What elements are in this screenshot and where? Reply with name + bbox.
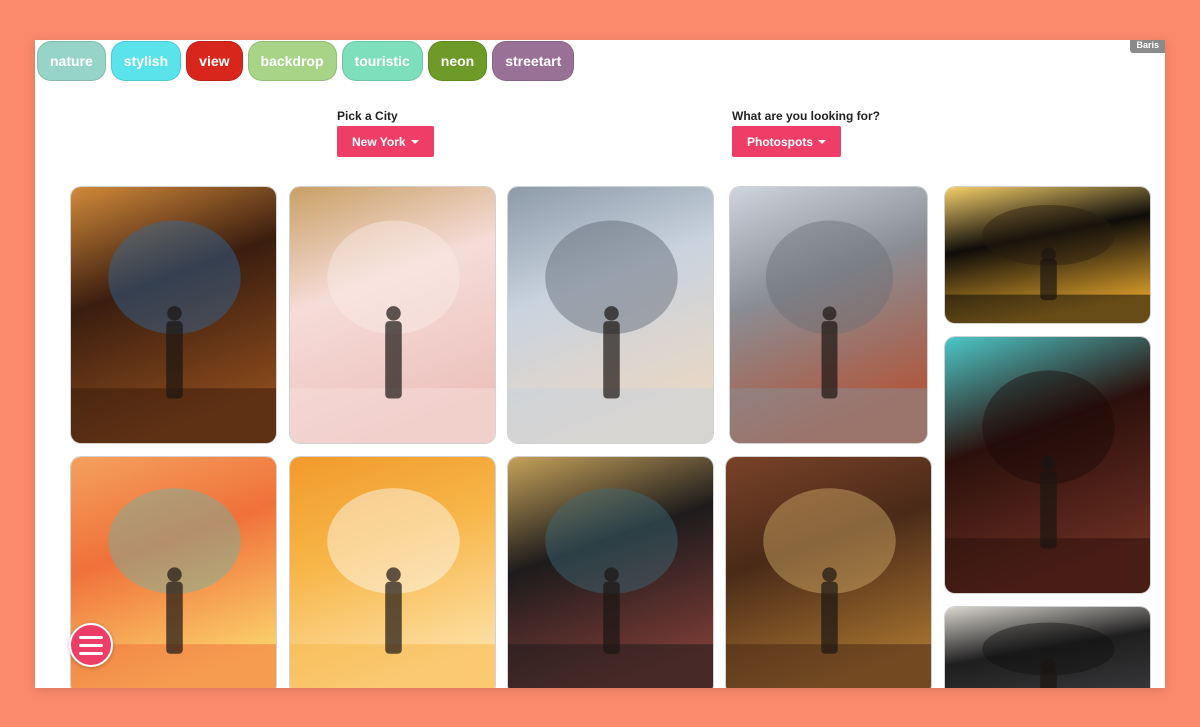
photo-church-interior (71, 187, 276, 443)
tag-streetart[interactable]: streetart (492, 41, 575, 81)
photo-card[interactable] (507, 456, 714, 688)
category-dropdown-value: Photospots (747, 134, 813, 149)
tag-bar: nature stylish view backdrop touristic n… (37, 41, 575, 81)
photo-graffiti-wall (508, 457, 713, 688)
caret-down-icon (410, 139, 419, 144)
photo-card[interactable] (729, 186, 928, 444)
tag-neon[interactable]: neon (427, 41, 488, 81)
photo-manhattan-bridge-street (730, 187, 927, 443)
tag-backdrop[interactable]: backdrop (247, 41, 337, 81)
photo-carousel-night (945, 187, 1150, 323)
photo-chandelier-hall (945, 607, 1150, 688)
tag-nature[interactable]: nature (37, 41, 106, 81)
city-selector-label: Pick a City (337, 109, 398, 123)
photo-card[interactable] (944, 186, 1151, 324)
tag-stylish[interactable]: stylish (110, 41, 182, 81)
photo-card[interactable] (725, 456, 932, 688)
user-name-tag: Baris (1130, 40, 1165, 53)
app-window: Baris nature stylish view backdrop touri… (35, 40, 1165, 688)
hamburger-menu-button[interactable] (69, 623, 113, 667)
category-selector: What are you looking for? Photospots (732, 109, 880, 157)
tag-touristic[interactable]: touristic (341, 41, 423, 81)
photo-library-ornate-ceiling (726, 457, 931, 688)
category-dropdown-button[interactable]: Photospots (732, 126, 841, 157)
photo-pink-swing-lounge (290, 187, 495, 443)
photo-card[interactable] (289, 456, 496, 688)
photo-card[interactable] (944, 336, 1151, 594)
photo-card[interactable] (70, 186, 277, 444)
photo-card[interactable] (944, 606, 1151, 688)
city-dropdown-value: New York (352, 134, 406, 149)
photo-yellow-butterfly-wings (290, 457, 495, 688)
city-selector: Pick a City New York (337, 109, 434, 157)
category-selector-label: What are you looking for? (732, 109, 881, 123)
photo-candlelit-pool-hall (945, 337, 1150, 593)
photo-glass-skyline-ledge (508, 187, 713, 443)
hamburger-menu-icon (79, 635, 103, 639)
tag-view[interactable]: view (186, 41, 243, 81)
photo-card[interactable] (289, 186, 496, 444)
photo-card[interactable] (507, 186, 714, 444)
city-dropdown-button[interactable]: New York (337, 126, 434, 157)
caret-down-icon (818, 139, 826, 144)
